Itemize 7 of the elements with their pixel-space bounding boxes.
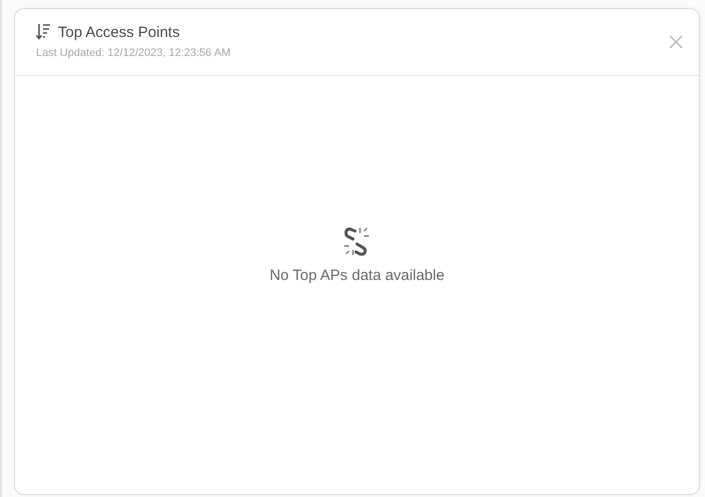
close-icon — [669, 35, 683, 49]
card-title: Top Access Points — [58, 24, 180, 40]
last-updated-text: Last Updated: 12/12/2023, 12:23:56 AM — [36, 47, 230, 59]
close-button[interactable] — [669, 35, 683, 49]
sort-icon — [36, 23, 50, 41]
empty-state-message: No Top APs data available — [270, 266, 444, 284]
broken-link-icon — [343, 226, 371, 256]
